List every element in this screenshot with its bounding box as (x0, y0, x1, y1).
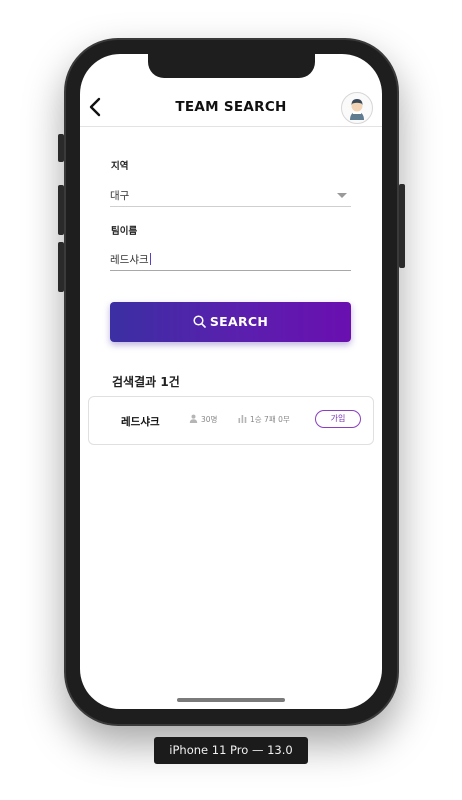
result-team-name: 레드샤크 (121, 416, 160, 428)
region-select[interactable]: 대구 (110, 184, 351, 207)
region-label: 지역 (111, 161, 129, 172)
team-record: 1승 7패 0무 (238, 414, 290, 425)
result-card[interactable]: 레드샤크 30명 1승 7패 0무 가입 (88, 396, 374, 445)
team-name-input[interactable]: 레드샤크 (110, 248, 351, 271)
search-button-content: SEARCH (110, 314, 351, 329)
text-cursor (149, 253, 151, 265)
page-title: TEAM SEARCH (175, 99, 287, 115)
search-button-label: SEARCH (209, 314, 269, 329)
volume-up-button (58, 185, 64, 235)
team-name-value: 레드샤크 (110, 254, 149, 266)
avatar-button[interactable] (341, 92, 373, 124)
results-label-prefix: 검색결과 (112, 375, 161, 389)
device-caption: iPhone 11 Pro — 13.0 (154, 737, 308, 764)
app-header: TEAM SEARCH (80, 88, 382, 127)
member-count-value: 30명 (201, 415, 218, 424)
join-button[interactable]: 가입 (315, 410, 361, 428)
volume-down-button (58, 242, 64, 292)
results-count-number: 1 (160, 375, 169, 389)
notch (148, 54, 315, 78)
team-name-label: 팀이름 (111, 226, 138, 237)
chevron-down-icon (337, 193, 347, 198)
member-count: 30명 (189, 414, 217, 425)
search-icon (193, 315, 206, 328)
person-icon (189, 414, 198, 423)
user-avatar-icon (350, 99, 364, 120)
results-count: 검색결과 1건 (112, 373, 180, 390)
home-indicator (177, 698, 285, 702)
power-button (399, 184, 405, 268)
app-screen: TEAM SEARCH 지역 대구 팀이름 레드샤크 SEARCH 검색결과 1… (80, 54, 382, 709)
bar-chart-icon (238, 415, 247, 423)
mute-switch (58, 134, 64, 162)
team-name-input-text: 레드샤크 (110, 252, 151, 267)
team-record-value: 1승 7패 0무 (250, 415, 290, 424)
region-value: 대구 (110, 190, 130, 202)
search-button[interactable]: SEARCH (110, 302, 351, 342)
results-label-suffix: 건 (168, 375, 180, 389)
